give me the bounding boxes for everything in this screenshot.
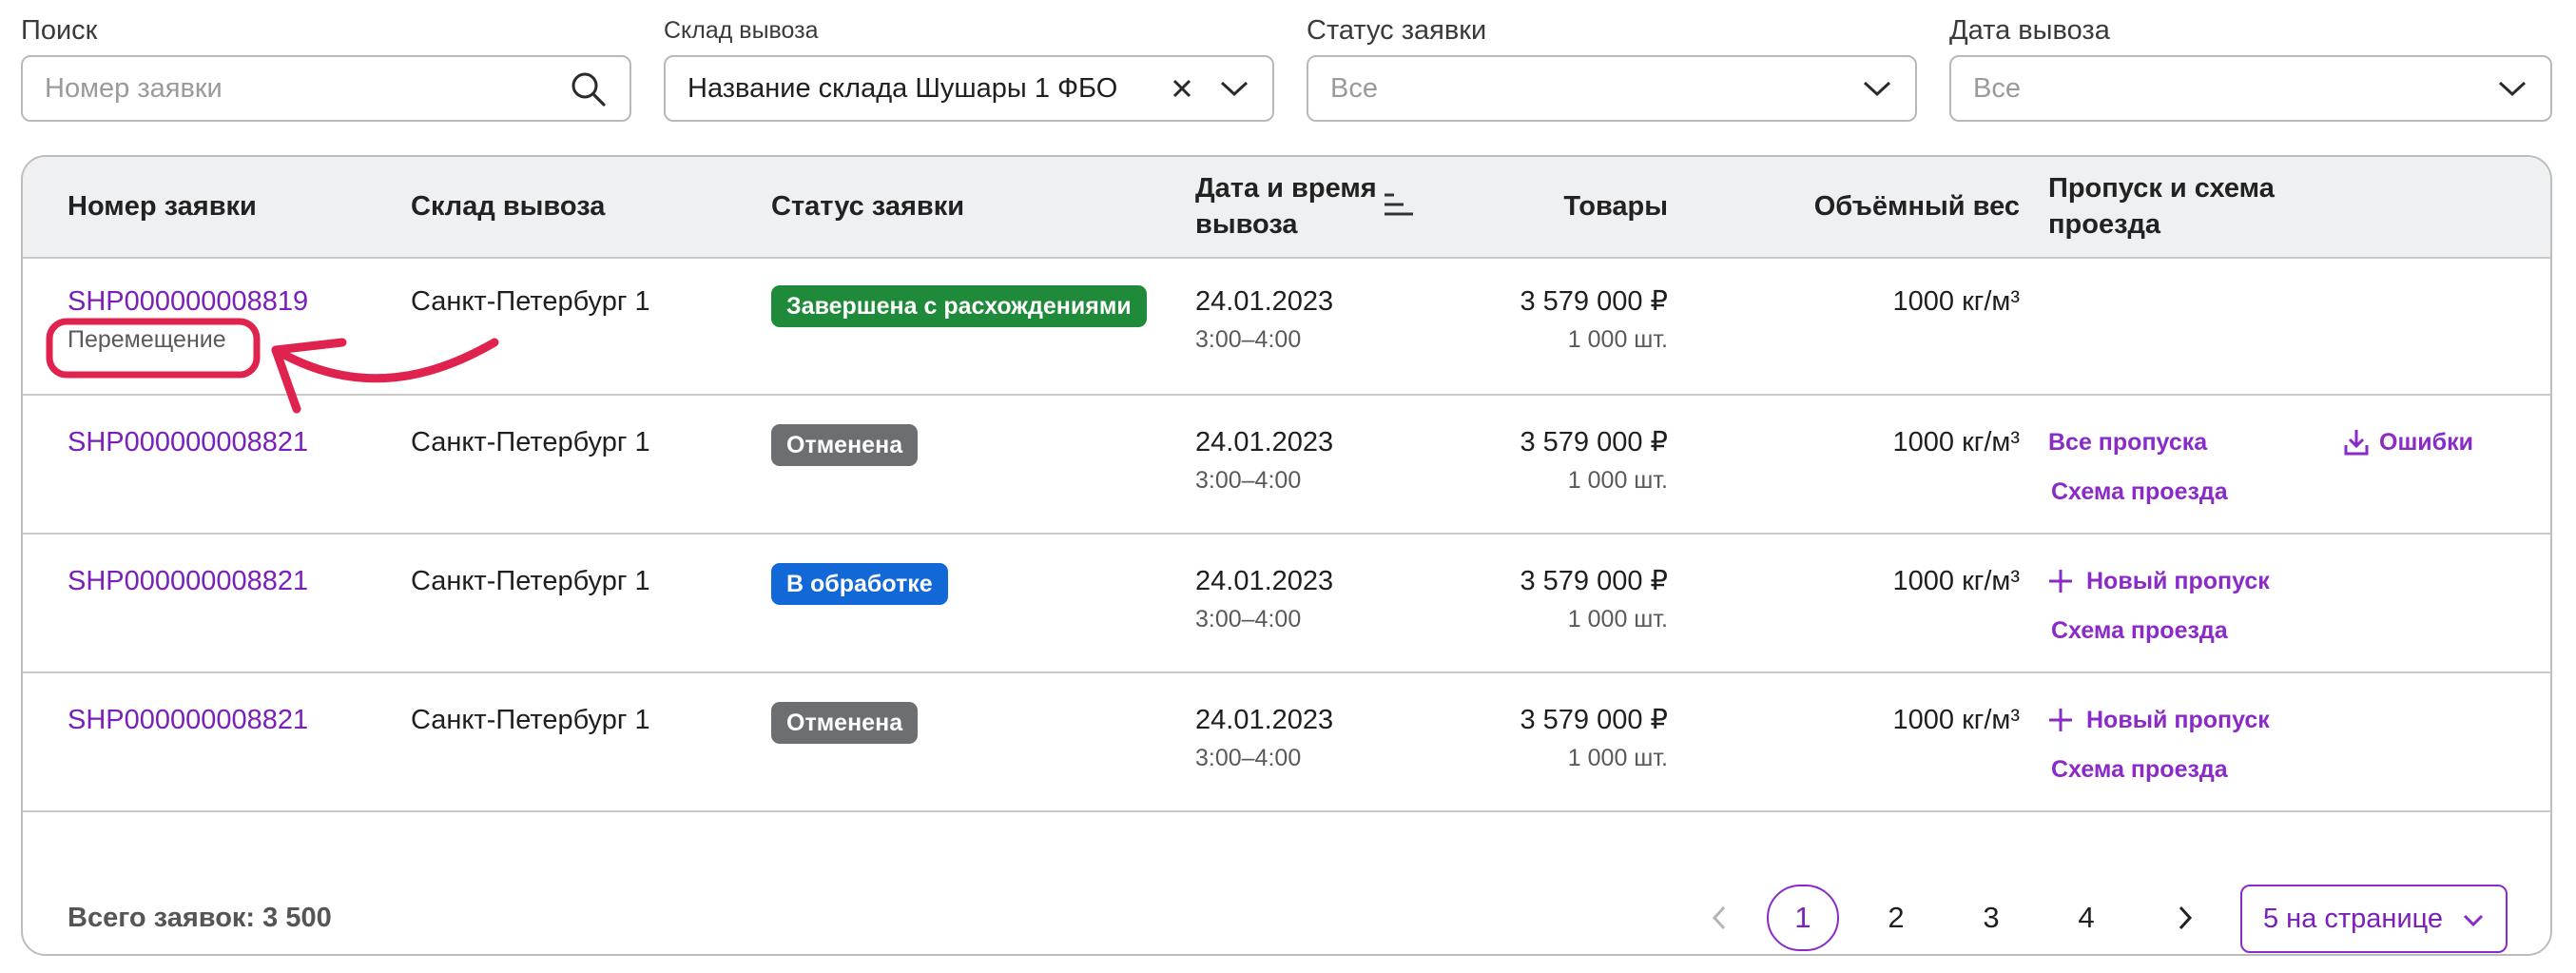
col-datetime-line2: вывоза xyxy=(1195,209,1298,240)
status-badge: В обработке xyxy=(771,563,948,605)
page-2-button[interactable]: 2 xyxy=(1860,885,1932,951)
warehouse-select[interactable]: Название склада Шушары 1 ФБО xyxy=(664,55,1274,122)
route-scheme-link[interactable]: Схема проезда xyxy=(2051,614,2228,647)
date-cell: 24.01.2023 xyxy=(1195,427,1334,457)
page-4-button[interactable]: 4 xyxy=(2050,885,2122,951)
price-cell: 3 579 000 ₽ xyxy=(1520,427,1668,457)
table-footer: Всего заявок: 3 500 1 2 3 4 5 на страниц… xyxy=(23,808,2550,954)
status-select[interactable]: Все xyxy=(1307,55,1917,122)
price-cell: 3 579 000 ₽ xyxy=(1520,705,1668,735)
price-cell: 3 579 000 ₽ xyxy=(1520,286,1668,317)
time-cell: 3:00–4:00 xyxy=(1195,326,1302,353)
warehouse-cell: Санкт-Петербург 1 xyxy=(411,566,650,596)
page-1-button[interactable]: 1 xyxy=(1767,885,1839,951)
time-cell: 3:00–4:00 xyxy=(1195,745,1302,771)
new-pass-label: Новый пропуск xyxy=(2086,568,2270,594)
table-row[interactable]: SHP000000008821 Санкт-Петербург 1 Отмене… xyxy=(23,673,2550,812)
errors-label: Ошибки xyxy=(2379,429,2473,456)
date-label: Дата вывоза xyxy=(1949,15,2110,46)
route-scheme-link[interactable]: Схема проезда xyxy=(2051,753,2228,786)
annotation-highlight xyxy=(46,318,499,414)
weight-cell: 1000 кг/м³ xyxy=(1892,705,2021,735)
request-number-link[interactable]: SHP000000008821 xyxy=(68,702,308,738)
weight-cell: 1000 кг/м³ xyxy=(1892,566,2021,596)
weight-cell: 1000 кг/м³ xyxy=(1892,286,2021,317)
status-badge: Отменена xyxy=(771,424,919,466)
status-badge: Отменена xyxy=(771,702,919,744)
clear-icon[interactable] xyxy=(1168,57,1196,120)
weight-cell: 1000 кг/м³ xyxy=(1892,427,2021,457)
status-label: Статус заявки xyxy=(1307,15,1487,46)
time-cell: 3:00–4:00 xyxy=(1195,606,1302,632)
chevron-down-icon[interactable] xyxy=(1860,57,1894,120)
time-cell: 3:00–4:00 xyxy=(1195,467,1302,494)
col-pass-line2: проезда xyxy=(2048,209,2161,240)
plus-icon xyxy=(2048,569,2073,594)
chevron-down-icon xyxy=(2462,887,2485,952)
sort-icon[interactable] xyxy=(1383,191,1415,224)
price-cell: 3 579 000 ₽ xyxy=(1520,566,1668,596)
date-cell: 24.01.2023 xyxy=(1195,705,1334,735)
new-pass-button[interactable]: Новый пропуск xyxy=(2048,565,2270,597)
col-status: Статус заявки xyxy=(771,191,965,222)
chevron-down-icon[interactable] xyxy=(2495,57,2529,120)
warehouse-label: Склад вывоза xyxy=(664,17,819,44)
col-datetime[interactable]: Дата и время вывоза xyxy=(1195,170,1377,243)
warehouse-cell: Санкт-Петербург 1 xyxy=(411,705,650,735)
errors-download-button[interactable]: Ошибки xyxy=(2343,426,2473,458)
route-scheme-link[interactable]: Схема проезда xyxy=(2051,476,2228,508)
request-number-link[interactable]: SHP000000008821 xyxy=(68,563,308,599)
qty-cell: 1 000 шт. xyxy=(1567,745,1668,771)
date-select[interactable]: Все xyxy=(1949,55,2552,122)
next-page-icon[interactable] xyxy=(2176,904,2195,937)
table-row[interactable]: SHP000000008821 Санкт-Петербург 1 В обра… xyxy=(23,535,2550,673)
qty-cell: 1 000 шт. xyxy=(1567,606,1668,632)
new-pass-button[interactable]: Новый пропуск xyxy=(2048,704,2270,736)
status-value: Все xyxy=(1330,73,1378,104)
warehouse-value: Название склада Шушары 1 ФБО xyxy=(688,73,1118,104)
total-count: Всего заявок: 3 500 xyxy=(68,903,332,933)
prev-page-icon[interactable] xyxy=(1710,904,1729,937)
new-pass-label: Новый пропуск xyxy=(2086,707,2270,733)
download-icon xyxy=(2343,428,2370,457)
date-value: Все xyxy=(1973,73,2021,104)
date-cell: 24.01.2023 xyxy=(1195,286,1334,317)
plus-icon xyxy=(2048,708,2073,732)
col-pass-line1: Пропуск и схема xyxy=(2048,173,2275,204)
date-cell: 24.01.2023 xyxy=(1195,566,1334,596)
all-passes-link[interactable]: Все пропуска xyxy=(2048,426,2207,458)
status-badge: Завершена с расхождениями xyxy=(771,285,1147,327)
col-datetime-line1: Дата и время xyxy=(1195,173,1377,204)
col-goods: Товары xyxy=(1563,191,1668,222)
col-weight: Объёмный вес xyxy=(1813,191,2020,222)
qty-cell: 1 000 шт. xyxy=(1567,326,1668,353)
search-icon[interactable] xyxy=(567,57,609,120)
page-3-button[interactable]: 3 xyxy=(1955,885,2027,951)
chevron-down-icon[interactable] xyxy=(1217,57,1251,120)
per-page-label: 5 на странице xyxy=(2263,904,2444,934)
per-page-select[interactable]: 5 на странице xyxy=(2240,885,2508,953)
col-pass: Пропуск и схема проезда xyxy=(2048,170,2275,243)
qty-cell: 1 000 шт. xyxy=(1567,467,1668,494)
